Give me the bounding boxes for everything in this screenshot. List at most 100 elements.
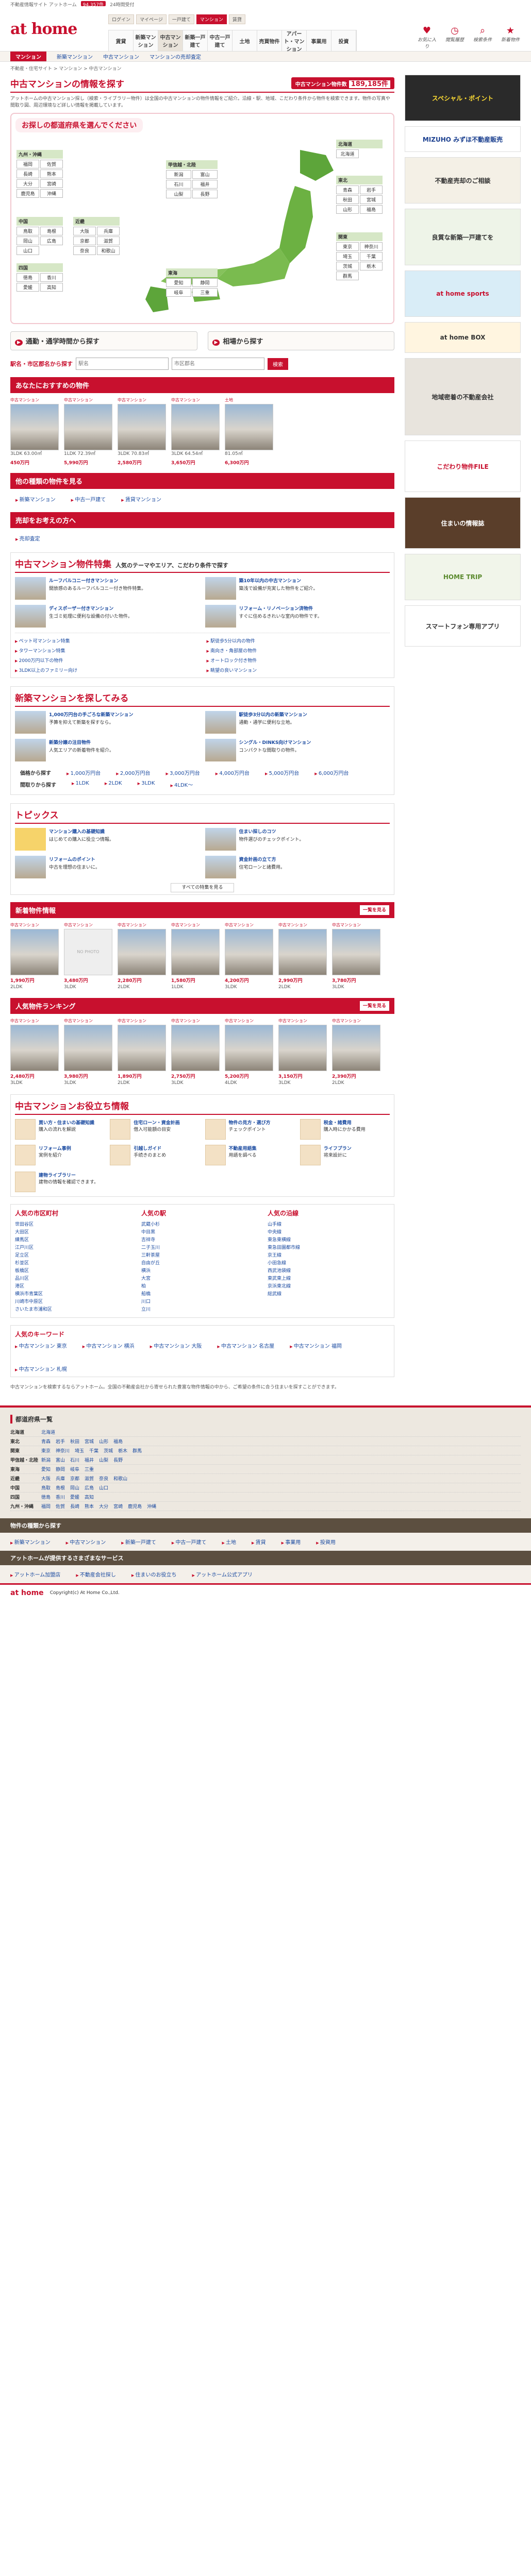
station-link[interactable]: 武蔵小杉 bbox=[141, 1221, 263, 1227]
pref-link[interactable]: 千葉 bbox=[89, 1447, 98, 1454]
property-card[interactable]: 中古マンション 2,390万円 2LDK bbox=[332, 1018, 380, 1087]
pref-link[interactable]: 長崎 bbox=[70, 1503, 79, 1510]
station-link[interactable]: 大宮 bbox=[141, 1275, 263, 1281]
pref-link[interactable]: 新潟 bbox=[41, 1456, 51, 1463]
pref-fukui[interactable]: 福井 bbox=[192, 180, 218, 189]
pref-yamagata[interactable]: 山形 bbox=[336, 205, 359, 214]
link-assessment[interactable]: 売却査定 bbox=[15, 534, 40, 542]
pref-kagawa[interactable]: 香川 bbox=[40, 273, 63, 282]
line-link[interactable]: 山手線 bbox=[268, 1221, 390, 1227]
station-link[interactable]: 横浜 bbox=[141, 1267, 263, 1274]
new-mansion-item[interactable]: 1,000万円台の手ごろな新築マンション 予算を抑えて新築を探すなら。 bbox=[15, 710, 200, 734]
pref-link[interactable]: 沖縄 bbox=[147, 1503, 156, 1510]
ad-kodawari[interactable]: こだわり物件FILE bbox=[405, 440, 521, 492]
keyword-link[interactable]: 中古マンション 名古屋 bbox=[217, 1342, 274, 1349]
pref-mie[interactable]: 三重 bbox=[192, 288, 218, 297]
pref-link[interactable]: 福井 bbox=[85, 1456, 94, 1463]
ad-consult[interactable]: 良質な新築一戸建てを bbox=[405, 209, 521, 265]
pref-link[interactable]: 宮崎 bbox=[113, 1503, 123, 1510]
pref-link[interactable]: 富山 bbox=[56, 1456, 65, 1463]
property-card[interactable]: 中古マンション 4,200万円 3LDK bbox=[225, 922, 273, 991]
pref-aomori[interactable]: 青森 bbox=[336, 185, 359, 195]
help-item[interactable]: 買い方・住まいの基礎知識 購入の流れを解説 bbox=[15, 1119, 105, 1140]
pref-akita[interactable]: 秋田 bbox=[336, 195, 359, 205]
pref-link[interactable]: 鹿児島 bbox=[128, 1503, 142, 1510]
pref-yamanashi[interactable]: 山梨 bbox=[166, 190, 191, 199]
type-link[interactable]: 土地 bbox=[222, 1538, 236, 1546]
pref-link[interactable]: 熊本 bbox=[85, 1503, 94, 1510]
line-link[interactable]: 総武線 bbox=[268, 1290, 390, 1297]
pref-link[interactable]: 兵庫 bbox=[56, 1475, 65, 1482]
feature-link[interactable]: タワーマンション特集 bbox=[15, 647, 198, 654]
station-link[interactable]: 三軒茶屋 bbox=[141, 1251, 263, 1258]
favorites-link[interactable]: ♥ お気に入り bbox=[417, 25, 437, 49]
search-by-price-button[interactable]: 相場から探す bbox=[207, 331, 394, 351]
property-card[interactable]: 中古マンション 1,580万円 1LDK bbox=[171, 922, 220, 991]
line-link[interactable]: 東急東横線 bbox=[268, 1236, 390, 1243]
ad-banner[interactable]: 住まいの情報誌 bbox=[405, 497, 521, 549]
pref-saitama[interactable]: 埼玉 bbox=[336, 252, 359, 261]
sub-nav-current[interactable]: マンション bbox=[10, 52, 46, 61]
search-by-commute-button[interactable]: 通勤・通学時間から探す bbox=[10, 331, 197, 351]
pref-shimane[interactable]: 島根 bbox=[40, 227, 63, 236]
feature-item[interactable]: 築10年以内の中古マンション 築浅で設備が充実した物件をご紹介。 bbox=[205, 577, 390, 600]
station-link[interactable]: 中目黒 bbox=[141, 1228, 263, 1235]
line-link[interactable]: 京浜東北線 bbox=[268, 1282, 390, 1289]
pref-chiba[interactable]: 千葉 bbox=[360, 252, 383, 261]
pref-link[interactable]: 大阪 bbox=[41, 1475, 51, 1482]
station-link[interactable]: 二子玉川 bbox=[141, 1244, 263, 1250]
ad-card-apply[interactable]: スペシャル・ポイント bbox=[405, 75, 521, 121]
pref-oita[interactable]: 大分 bbox=[16, 179, 39, 189]
pref-link[interactable]: 愛媛 bbox=[70, 1494, 79, 1500]
header-tab-house[interactable]: 一戸建て bbox=[168, 14, 194, 24]
area-link[interactable]: さいたま市浦和区 bbox=[15, 1306, 137, 1312]
keyword-link[interactable]: 中古マンション 札幌 bbox=[15, 1365, 67, 1372]
pref-link[interactable]: 北海道 bbox=[41, 1429, 55, 1435]
help-item[interactable]: 不動産用語集 用語を調べる bbox=[205, 1145, 295, 1166]
keyword-link[interactable]: 中古マンション 横浜 bbox=[82, 1342, 134, 1349]
keyword-link[interactable]: 中古マンション 大阪 bbox=[150, 1342, 202, 1349]
building-library[interactable]: 建物ライブラリー 建物の情報を確認できます。 bbox=[15, 1172, 390, 1193]
header-tab-mansion[interactable]: マンション bbox=[196, 14, 227, 24]
pref-wakayama[interactable]: 和歌山 bbox=[97, 246, 120, 256]
ad-athome-sports[interactable]: at home sports bbox=[405, 270, 521, 317]
line-link[interactable]: 西武池袋線 bbox=[268, 1267, 390, 1274]
pref-link[interactable]: 香川 bbox=[56, 1494, 65, 1500]
pref-osaka[interactable]: 大阪 bbox=[73, 227, 96, 236]
station-link[interactable]: 船橋 bbox=[141, 1290, 263, 1297]
pref-link[interactable]: 山口 bbox=[99, 1484, 108, 1491]
line-link[interactable]: 東武東上線 bbox=[268, 1275, 390, 1281]
feature-item[interactable]: ルーフバルコニー付きマンション 開放感のあるルーフバルコニー付き物件特集。 bbox=[15, 577, 200, 600]
pref-link[interactable]: 栃木 bbox=[118, 1447, 127, 1454]
help-item[interactable]: ライフプラン 将来設計に bbox=[300, 1145, 390, 1166]
saved-search-link[interactable]: ⌕ 検索条件 bbox=[472, 25, 493, 49]
athome-logo[interactable]: at home bbox=[10, 20, 77, 38]
help-item[interactable]: 物件の見方・選び方 チェックポイント bbox=[205, 1119, 295, 1140]
type-link[interactable]: 投資用 bbox=[316, 1538, 336, 1546]
pref-iwate[interactable]: 岩手 bbox=[360, 185, 383, 195]
property-card[interactable]: 中古マンション 3LDK 63.00㎡ 450万円 bbox=[10, 397, 59, 466]
area-link[interactable]: 品川区 bbox=[15, 1275, 137, 1281]
property-card[interactable]: 中古マンション 1,890万円 2LDK bbox=[118, 1018, 166, 1087]
layout-link[interactable]: 3LDK bbox=[138, 781, 155, 788]
pref-link[interactable]: 群馬 bbox=[132, 1447, 142, 1454]
pref-link[interactable]: 三重 bbox=[85, 1466, 94, 1472]
popular-more-button[interactable]: 一覧を見る bbox=[359, 1001, 389, 1011]
nav-sale[interactable]: 売買物件 bbox=[257, 30, 282, 51]
ad-mizuho[interactable]: MIZUHO みずほ不動産販売 bbox=[405, 126, 521, 152]
service-link[interactable]: アットホーム加盟店 bbox=[10, 1570, 61, 1578]
see-all-features-button[interactable]: すべての特集を見る bbox=[171, 883, 234, 892]
pref-link[interactable]: 広島 bbox=[85, 1484, 94, 1491]
pref-link[interactable]: 鳥取 bbox=[41, 1484, 51, 1491]
pref-link[interactable]: 島根 bbox=[56, 1484, 65, 1491]
pref-miyazaki[interactable]: 宮崎 bbox=[40, 179, 63, 189]
type-link[interactable]: 新築一戸建て bbox=[121, 1538, 156, 1546]
library-item[interactable]: マンション購入の基礎知識 はじめての購入に役立つ情報。 bbox=[15, 827, 200, 851]
help-item[interactable]: リフォーム事例 実例を紹介 bbox=[15, 1145, 105, 1166]
pref-link[interactable]: 静岡 bbox=[56, 1466, 65, 1472]
area-link[interactable]: 板橋区 bbox=[15, 1267, 137, 1274]
line-link[interactable]: 東急田園都市線 bbox=[268, 1244, 390, 1250]
feature-link[interactable]: 南向き・角部屋の物件 bbox=[207, 647, 390, 654]
pref-kochi[interactable]: 高知 bbox=[40, 283, 63, 292]
feature-link[interactable]: 3LDK以上のファミリー向け bbox=[15, 667, 198, 673]
